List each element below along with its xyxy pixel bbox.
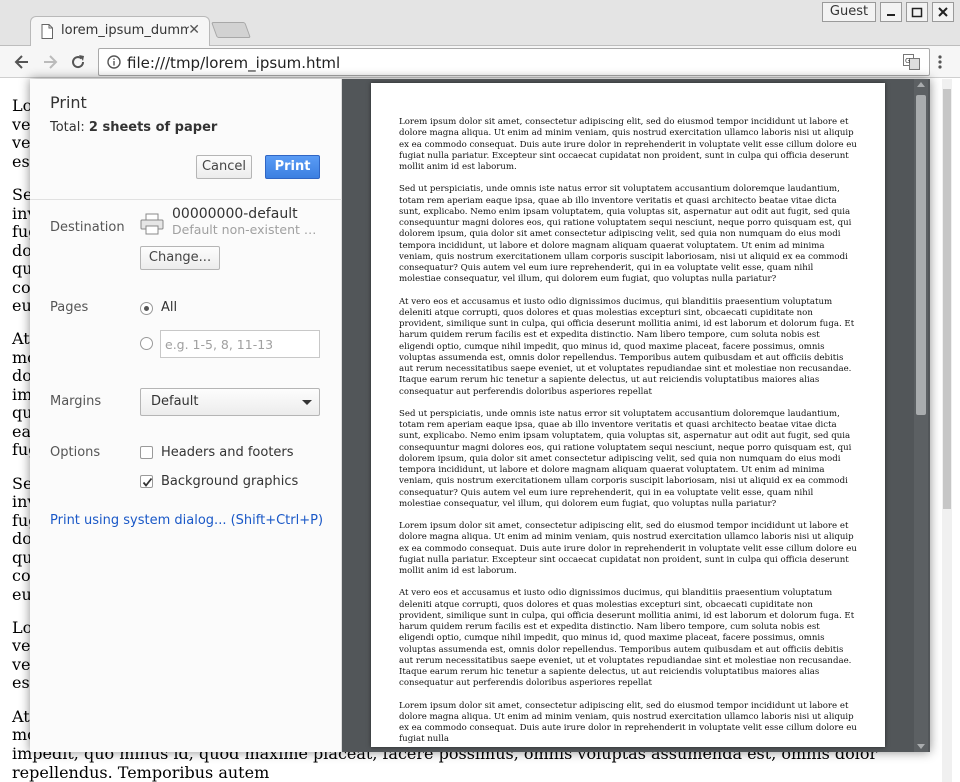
address-bar[interactable]: file:///tmp/lorem_ipsum.html G bbox=[98, 48, 930, 76]
reload-icon[interactable] bbox=[68, 52, 88, 72]
margins-label: Margins bbox=[50, 394, 102, 409]
headers-footers-label: Headers and footers bbox=[161, 445, 294, 460]
page-scrollbar[interactable] bbox=[942, 79, 952, 782]
system-dialog-link[interactable]: Print using system dialog... (Shift+Ctrl… bbox=[50, 513, 323, 528]
svg-text:G: G bbox=[905, 57, 910, 65]
print-button[interactable]: Print bbox=[265, 155, 320, 179]
options-label: Options bbox=[50, 445, 101, 460]
preview-page: Lorem ipsum dolor sit amet, consectetur … bbox=[371, 83, 885, 747]
pages-all-label: All bbox=[161, 300, 178, 315]
preview-paragraph: Lorem ipsum dolor sit amet, consectetur … bbox=[399, 700, 857, 745]
close-icon[interactable]: ✕ bbox=[188, 22, 200, 38]
close-icon bbox=[938, 7, 948, 17]
total-label: Total: bbox=[50, 120, 85, 135]
tab-title: lorem_ipsum_dummy bbox=[61, 23, 189, 38]
headers-footers-checkbox[interactable] bbox=[140, 446, 153, 459]
total-summary: Total: 2 sheets of paper bbox=[50, 120, 217, 135]
title-bar: lorem_ipsum_dummy ✕ Guest bbox=[0, 0, 960, 46]
preview-paragraph: Sed ut perspiciatis, unde omnis iste nat… bbox=[399, 184, 852, 285]
preview-paragraph: At vero eos et accusamus et iusto odio d… bbox=[399, 588, 855, 689]
minimize-button[interactable] bbox=[880, 2, 902, 22]
background-graphics-label: Background graphics bbox=[161, 474, 299, 489]
print-settings-panel: Print Total: 2 sheets of paper Cancel Pr… bbox=[30, 79, 342, 752]
guest-profile-button[interactable]: Guest bbox=[822, 2, 876, 22]
preview-scrollbar[interactable] bbox=[914, 79, 928, 752]
chevron-down-icon bbox=[302, 400, 312, 405]
preview-scrollbar-thumb[interactable] bbox=[916, 95, 926, 415]
print-preview: Lorem ipsum dolor sit amet, consectetur … bbox=[342, 79, 930, 752]
preview-paragraph: At vero eos et accusamus et iusto odio d… bbox=[399, 296, 855, 397]
menu-icon[interactable] bbox=[932, 54, 948, 70]
pages-custom-radio[interactable] bbox=[140, 337, 153, 350]
maximize-icon bbox=[911, 7, 923, 18]
info-icon[interactable] bbox=[107, 55, 121, 69]
preview-paragraph: Lorem ipsum dolor sit amet, consectetur … bbox=[399, 117, 857, 172]
scroll-down-icon[interactable] bbox=[917, 744, 925, 749]
browser-tab[interactable]: lorem_ipsum_dummy ✕ bbox=[30, 16, 210, 46]
preview-page-text: Lorem ipsum dolor sit amet, consectetur … bbox=[399, 117, 857, 747]
divider bbox=[30, 199, 342, 200]
scroll-up-icon[interactable] bbox=[917, 82, 925, 87]
destination-name: 00000000-default bbox=[172, 206, 298, 222]
destination-label: Destination bbox=[50, 220, 125, 235]
address-text: file:///tmp/lorem_ipsum.html bbox=[127, 54, 341, 72]
cancel-button[interactable]: Cancel bbox=[196, 155, 252, 179]
preview-paragraph: Lorem ipsum dolor sit amet, consectetur … bbox=[399, 521, 857, 576]
maximize-button[interactable] bbox=[906, 2, 928, 22]
preview-paragraph: Sed ut perspiciatis, unde omnis iste nat… bbox=[399, 408, 852, 509]
margins-select[interactable]: Default bbox=[140, 388, 320, 416]
back-icon[interactable] bbox=[12, 52, 32, 72]
background-graphics-checkbox[interactable] bbox=[140, 475, 153, 488]
pages-range-input[interactable] bbox=[160, 330, 320, 358]
forward-icon[interactable] bbox=[40, 52, 60, 72]
page-icon bbox=[41, 24, 53, 39]
close-window-button[interactable] bbox=[932, 2, 954, 22]
printer-icon bbox=[140, 213, 164, 235]
print-dialog: Print Total: 2 sheets of paper Cancel Pr… bbox=[30, 79, 930, 752]
margins-value: Default bbox=[151, 394, 199, 409]
pages-label: Pages bbox=[50, 300, 89, 315]
new-tab-button[interactable] bbox=[211, 22, 251, 38]
dialog-title: Print bbox=[50, 93, 87, 112]
total-value: 2 sheets of paper bbox=[88, 120, 218, 135]
page-scrollbar-thumb[interactable] bbox=[943, 89, 951, 509]
destination-subtitle: Default non-existent p... bbox=[172, 222, 322, 237]
pages-all-radio[interactable] bbox=[140, 302, 153, 315]
minimize-icon bbox=[887, 14, 895, 16]
browser-toolbar: file:///tmp/lorem_ipsum.html G bbox=[0, 46, 960, 78]
checkmark-icon bbox=[142, 477, 153, 487]
translate-icon[interactable]: G bbox=[903, 54, 921, 70]
change-destination-button[interactable]: Change... bbox=[140, 246, 220, 270]
